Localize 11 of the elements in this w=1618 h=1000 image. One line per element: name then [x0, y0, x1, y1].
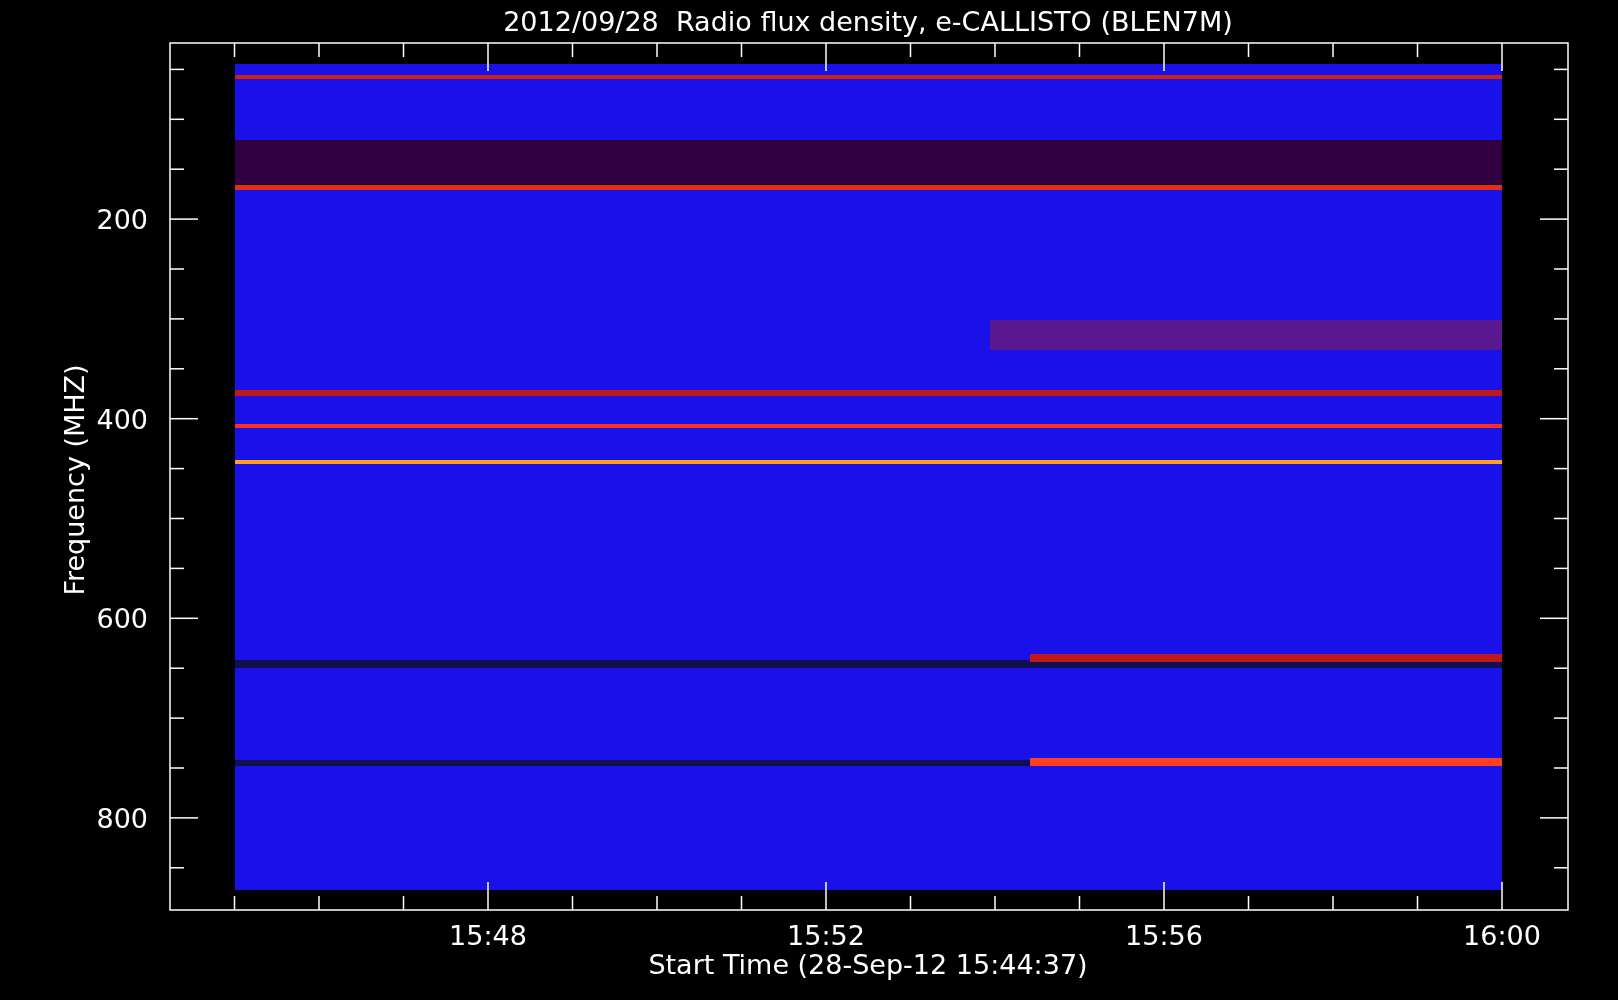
y-tick-label: 400 [96, 403, 148, 435]
x-tick-label: 16:00 [1463, 920, 1541, 951]
chart-title: 2012/09/28 Radio flux density, e-CALLISTO (BLEN7M) [503, 6, 1233, 37]
x-tick-label: 15:48 [449, 920, 527, 951]
y-tick-label: 600 [96, 603, 148, 635]
y-tick-label: 800 [96, 802, 148, 834]
y-axis-label: Frequency (MHZ) [59, 364, 90, 596]
x-tick-label: 15:56 [1125, 920, 1203, 951]
y-tick-label: 200 [96, 204, 148, 236]
x-tick-label: 15:52 [787, 920, 865, 951]
x-axis-label: Start Time (28-Sep-12 15:44:37) [648, 949, 1088, 980]
